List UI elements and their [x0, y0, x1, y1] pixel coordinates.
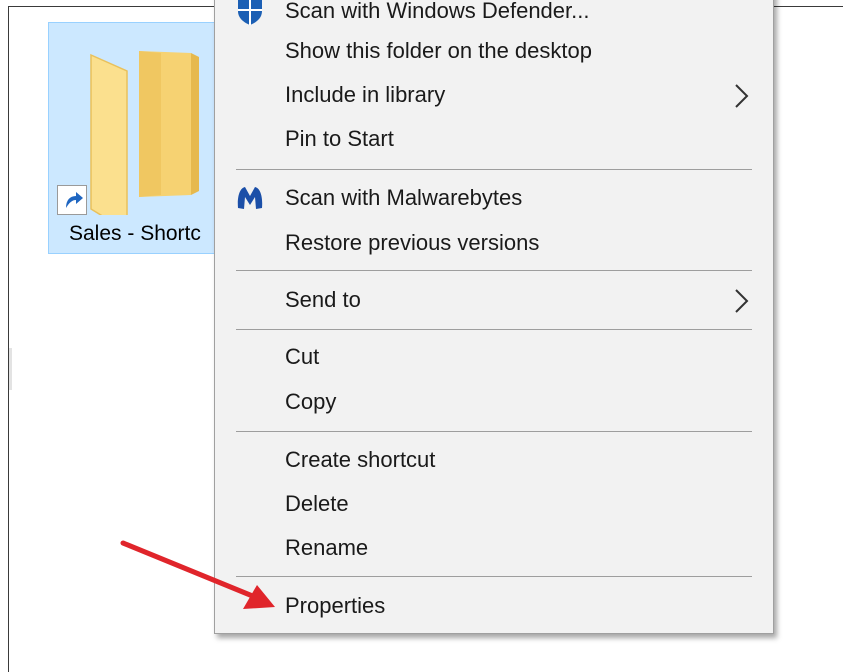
windows-defender-icon	[238, 0, 262, 25]
menu-item-label: Show this folder on the desktop	[285, 38, 592, 63]
menu-separator	[236, 169, 752, 170]
menu-item-label: Rename	[285, 535, 369, 560]
menu-item-delete[interactable]: Delete	[215, 484, 773, 524]
chevron-right-icon	[735, 84, 749, 108]
menu-separator	[236, 431, 752, 432]
menu-item-label: Scan with Windows Defender...	[285, 0, 590, 23]
desktop-folder-shortcut[interactable]: Sales - Shortc	[48, 22, 216, 254]
menu-item-scan-malwarebytes[interactable]: Scan with Malwarebytes	[215, 178, 773, 218]
menu-item-cut[interactable]: Cut	[215, 337, 773, 377]
menu-item-label: Create shortcut	[285, 447, 436, 472]
menu-item-scan-defender[interactable]: Scan with Windows Defender...	[215, 0, 773, 31]
menu-item-include-in-library[interactable]: Include in library	[215, 75, 773, 115]
scrollbar-fragment[interactable]	[9, 348, 12, 390]
shortcut-arrow-icon	[57, 185, 87, 215]
menu-item-label: Pin to Start	[285, 126, 394, 151]
menu-item-show-on-desktop[interactable]: Show this folder on the desktop	[215, 31, 773, 71]
menu-item-label: Include in library	[285, 82, 446, 107]
menu-item-label: Properties	[285, 593, 386, 618]
menu-separator	[236, 576, 752, 577]
red-annotation-arrow-icon	[120, 540, 275, 609]
frame-left-border	[8, 6, 9, 672]
menu-item-copy[interactable]: Copy	[215, 382, 773, 422]
screenshot-canvas: Sales - Shortc Scan with Windows Defende…	[0, 0, 843, 672]
menu-item-label: Send to	[285, 287, 361, 312]
context-menu: Scan with Windows Defender... Show this …	[214, 0, 774, 634]
menu-item-rename[interactable]: Rename	[215, 528, 773, 568]
folder-icon	[90, 51, 199, 215]
menu-separator	[236, 329, 752, 330]
menu-item-label: Cut	[285, 344, 320, 369]
menu-item-properties[interactable]: Properties	[215, 586, 773, 626]
menu-item-label: Delete	[285, 491, 349, 516]
menu-separator	[236, 270, 752, 271]
menu-item-label: Restore previous versions	[285, 230, 540, 255]
menu-item-restore-previous-versions[interactable]: Restore previous versions	[215, 223, 773, 263]
desktop-item-label: Sales - Shortc	[69, 222, 201, 245]
menu-item-label: Scan with Malwarebytes	[285, 185, 523, 210]
menu-item-pin-to-start[interactable]: Pin to Start	[215, 119, 773, 159]
menu-item-create-shortcut[interactable]: Create shortcut	[215, 440, 773, 480]
menu-item-label: Copy	[285, 389, 337, 414]
chevron-right-icon	[735, 289, 749, 313]
malwarebytes-icon	[237, 187, 263, 209]
menu-item-send-to[interactable]: Send to	[215, 280, 773, 320]
